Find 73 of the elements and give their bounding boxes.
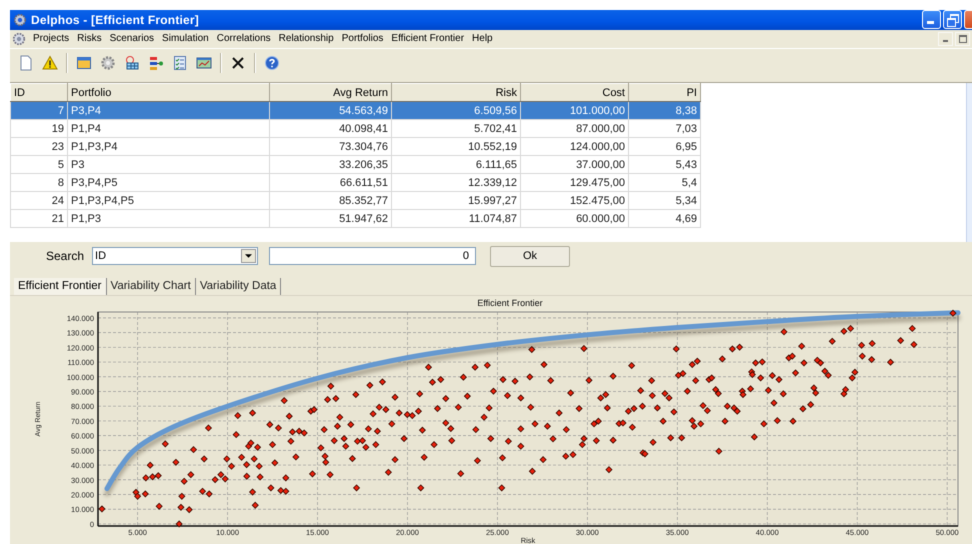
column-header[interactable]: ID — [10, 84, 68, 102]
menu-item[interactable]: Projects — [29, 33, 74, 44]
column-header[interactable]: Cost — [520, 84, 628, 102]
window-title: Delphos - [Efficient Frontier] — [31, 12, 199, 27]
table-row[interactable]: 23 P1,P3,P4 73.304,76 10.552,19 124.000,00 6,95 — [10, 138, 700, 156]
ok-button[interactable]: Ok — [490, 246, 570, 267]
table-row[interactable]: 8 P3,P4,P5 66.611,51 12.339,12 129.475,00 5,4 — [10, 174, 700, 192]
table-cell: 60.000,00 — [520, 210, 628, 228]
table-cell: 7 — [10, 102, 68, 120]
menu-item[interactable]: Portfolios — [338, 33, 388, 44]
menu-item[interactable]: Risks — [73, 33, 106, 44]
table-cell: 33.206,35 — [270, 156, 392, 174]
table-cell: 21 — [10, 210, 68, 228]
table-cell: 51.947,62 — [270, 210, 392, 228]
table-row[interactable]: 19 P1,P4 40.098,41 5.702,41 87.000,00 7,03 — [10, 120, 700, 138]
menu-item[interactable]: Scenarios — [106, 33, 158, 44]
menu-item[interactable]: Correlations — [212, 33, 275, 44]
tab[interactable]: Variability Chart — [106, 278, 196, 296]
table-cell: P1,P3 — [68, 210, 270, 228]
table-cell: 66.611,51 — [270, 174, 392, 192]
table-cell: 6.111,65 — [392, 156, 520, 174]
column-header[interactable]: PI — [628, 84, 700, 102]
table-cell: 124.000,00 — [520, 138, 628, 156]
table-cell: 6,95 — [628, 138, 700, 156]
menu-item[interactable]: Simulation — [158, 33, 213, 44]
column-header[interactable]: Portfolio — [68, 84, 270, 102]
table-cell: 23 — [10, 138, 68, 156]
tab[interactable]: Variability Data — [196, 278, 282, 296]
column-header[interactable]: Avg Return — [270, 84, 392, 102]
table-cell: 129.475,00 — [520, 174, 628, 192]
table-cell: 73.304,76 — [270, 138, 392, 156]
table-row[interactable]: 5 P3 33.206,35 6.111,65 37.000,00 5,43 — [10, 156, 700, 174]
table-cell: 5,4 — [628, 174, 700, 192]
field-dropdown[interactable]: ID — [92, 247, 258, 266]
table-cell: 4,69 — [628, 210, 700, 228]
table-cell: 5,34 — [628, 192, 700, 210]
menu-item[interactable]: Help — [468, 33, 497, 44]
table-cell: 37.000,00 — [520, 156, 628, 174]
table-cell: P1,P3,P4 — [68, 138, 270, 156]
table-cell: 8 — [10, 174, 68, 192]
table-cell: 5 — [10, 156, 68, 174]
column-header[interactable]: Risk — [392, 84, 520, 102]
table-cell: P3,P4,P5 — [68, 174, 270, 192]
table-cell: 152.475,00 — [520, 192, 628, 210]
menu-item[interactable]: Relationship — [274, 33, 338, 44]
table-cell: 15.997,27 — [392, 192, 520, 210]
table-cell: 40.098,41 — [270, 120, 392, 138]
table-cell: P3,P4 — [68, 102, 270, 120]
table-cell: 12.339,12 — [392, 174, 520, 192]
table-cell: 19 — [10, 120, 68, 138]
table-cell: P3 — [68, 156, 270, 174]
tab[interactable]: Efficient Frontier — [14, 278, 107, 296]
table-cell: 101.000,00 — [520, 102, 628, 120]
table-cell: 8,38 — [628, 102, 700, 120]
table-cell: 5,43 — [628, 156, 700, 174]
table-row[interactable]: 24 P1,P3,P4,P5 85.352,77 15.997,27 152.475,00 5,34 — [10, 192, 700, 210]
table-cell: 24 — [10, 192, 68, 210]
table-cell: 5.702,41 — [392, 120, 520, 138]
table-cell: 6.509,56 — [392, 102, 520, 120]
table-cell: P1,P4 — [68, 120, 270, 138]
search-field[interactable]: 0 — [269, 247, 476, 266]
table-row[interactable]: 7 P3,P4 54.563,49 6.509,56 101.000,00 8,38 — [10, 102, 700, 120]
table-cell: P1,P3,P4,P5 — [68, 192, 270, 210]
table-cell: 85.352,77 — [270, 192, 392, 210]
chart-title: Efficient Frontier — [477, 298, 543, 308]
table-cell: 54.563,49 — [270, 102, 392, 120]
table-row[interactable]: 21 P1,P3 51.947,62 11.074,87 60.000,00 4,69 — [10, 210, 700, 228]
table-cell: 7,03 — [628, 120, 700, 138]
menu-item[interactable]: Efficient Frontier — [387, 33, 468, 44]
table-cell: 11.074,87 — [392, 210, 520, 228]
table-cell: 10.552,19 — [392, 138, 520, 156]
search-label: Search — [46, 249, 84, 264]
table-cell: 87.000,00 — [520, 120, 628, 138]
